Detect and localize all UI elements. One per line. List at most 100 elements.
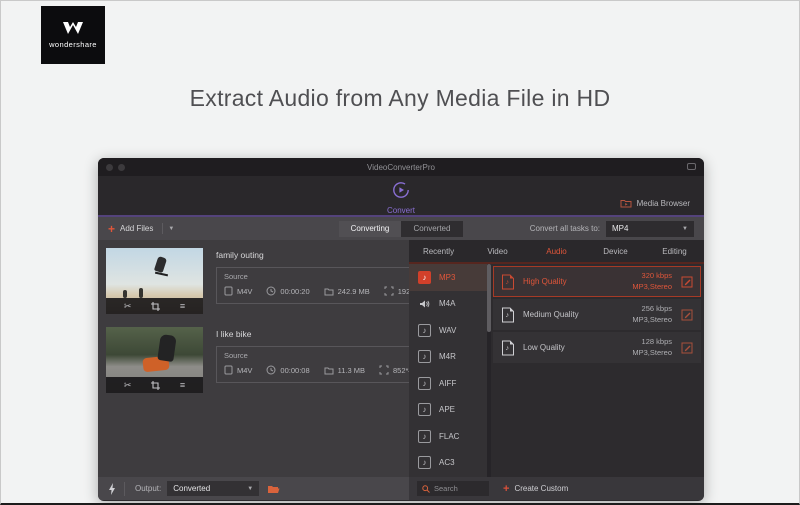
svg-text:♪: ♪ [506,345,510,352]
search-input[interactable] [434,484,484,493]
divider [124,481,125,496]
format-label: M4R [439,352,456,362]
chevron-down-icon[interactable]: ▼ [168,226,174,232]
chevron-down-icon: ▼ [247,485,254,492]
video-thumbnail: ✂ ≡ [106,327,203,393]
search-box[interactable] [417,481,489,496]
speaker-icon [418,297,431,310]
quality-label: Low Quality [523,343,565,352]
format-label: APE [439,405,456,415]
format-item-m4r[interactable]: ♪ M4R [409,344,491,371]
audio-file-icon: ♪ [502,340,514,355]
file-size-icon [324,288,334,295]
format-label: AC3 [439,458,455,468]
tab-convert[interactable]: Convert [387,181,415,215]
file-item[interactable]: ✂ ≡ I like bike Source M4V 00:00:08 11.3… [106,327,429,393]
tab-video[interactable]: Video [468,240,527,262]
file-size: 11.3 MB [337,365,365,375]
edit-icon[interactable] [681,342,693,354]
file-format-icon [224,286,233,296]
feedback-icon[interactable] [687,163,696,170]
crop-icon[interactable] [151,301,161,311]
format-item-flac[interactable]: ♪ FLAC [409,423,491,450]
add-icon: + [108,221,116,236]
file-format-icon [224,365,233,375]
high-speed-icon[interactable] [108,482,116,495]
source-info-box: Source M4V 00:00:08 11.3 MB 852*480 [216,346,429,383]
scrollbar[interactable] [487,264,491,477]
crop-icon[interactable] [151,380,161,390]
m4r-note-icon: ♪ [418,350,431,364]
duration-icon [266,365,276,375]
window-title: VideoConverterPro [367,162,435,172]
plus-icon: + [503,482,510,495]
quality-bitrate: 320 kbps [641,271,672,281]
format-label: M4A [439,299,456,309]
format-item-m4a[interactable]: M4A [409,291,491,318]
format-item-wav[interactable]: ♪ WAV [409,317,491,344]
edit-icon[interactable] [681,276,693,288]
format-label: FLAC [439,431,460,441]
mp3-note-icon: ♪ [418,270,431,284]
media-browser-button[interactable]: Media Browser [620,198,690,208]
tab-converted[interactable]: Converted [401,220,463,237]
thumbnail-toolbar: ✂ ≡ [106,298,203,314]
format-label: WAV [439,325,457,335]
file-list-panel: ✂ ≡ family outing Source M4V 00:00:20 24… [98,240,443,477]
scrollbar-thumb[interactable] [487,264,491,332]
wondershare-logo: wondershare [41,6,105,64]
output-folder-select[interactable]: Converted ▼ [167,481,260,496]
convert-play-icon [393,182,409,198]
ape-note-icon: ♪ [418,403,431,417]
resolution-icon [379,365,389,375]
format-item-ac3[interactable]: ♪ AC3 [409,450,491,477]
chevron-down-icon: ▼ [682,225,688,232]
window-header: Convert Media Browser [98,176,704,217]
format-item-aiff[interactable]: ♪ AIFF [409,370,491,397]
format-label: AIFF [439,378,457,388]
tab-recently[interactable]: Recently [409,240,468,262]
quality-item-high[interactable]: ♪ High Quality 320 kbps MP3,Stereo [493,266,701,297]
format-category-tabs: Recently Video Audio Device Editing [409,240,704,264]
convert-all-label: Convert all tasks to: [529,224,600,233]
page: wondershare Extract Audio from Any Media… [0,0,800,505]
file-duration: 00:00:20 [280,286,310,296]
file-item[interactable]: ✂ ≡ family outing Source M4V 00:00:20 24… [106,248,443,314]
audio-file-icon: ♪ [502,274,514,289]
media-browser-label: Media Browser [636,198,690,208]
trim-icon[interactable]: ✂ [124,380,132,390]
output-format-value: MP4 [612,224,629,233]
tab-editing[interactable]: Editing [645,240,704,262]
media-browser-folder-icon [620,200,632,208]
output-folder-value: Converted [173,484,211,493]
quality-item-medium[interactable]: ♪ Medium Quality 256 kbps MP3,Stereo [493,299,701,330]
window-footer: Output: Converted ▼ + [98,477,704,500]
trim-icon[interactable]: ✂ [124,301,132,311]
duration-icon [266,286,276,296]
effects-icon[interactable]: ≡ [180,301,185,311]
open-folder-icon[interactable] [267,484,280,494]
tab-converting[interactable]: Converting [339,220,401,237]
format-item-ape[interactable]: ♪ APE [409,397,491,424]
file-title: I like bike [216,329,252,339]
tab-audio[interactable]: Audio [527,240,586,262]
ac3-note-icon: ♪ [418,456,431,470]
output-format-select[interactable]: MP4 ▼ [606,220,694,237]
create-custom-button[interactable]: + Create Custom [503,482,568,495]
format-panel: Recently Video Audio Device Editing ♪ MP… [409,240,704,477]
file-duration: 00:00:08 [280,365,310,375]
file-format: M4V [237,286,253,296]
effects-icon[interactable]: ≡ [180,380,185,390]
quality-item-low[interactable]: ♪ Low Quality 128 kbps MP3,Stereo [493,332,701,363]
tab-device[interactable]: Device [586,240,645,262]
svg-text:♪: ♪ [506,279,510,286]
format-item-mp3[interactable]: ♪ MP3 [409,264,491,291]
edit-icon[interactable] [681,309,693,321]
add-files-button[interactable]: + Add Files ▼ [108,221,174,236]
quality-spec: MP3,Stereo [632,314,672,324]
file-size: 242.9 MB [337,286,370,296]
quality-spec: MP3,Stereo [632,347,672,357]
audio-file-icon: ♪ [502,307,514,322]
wondershare-logo-text: wondershare [49,40,97,49]
source-label: Source [224,272,248,281]
